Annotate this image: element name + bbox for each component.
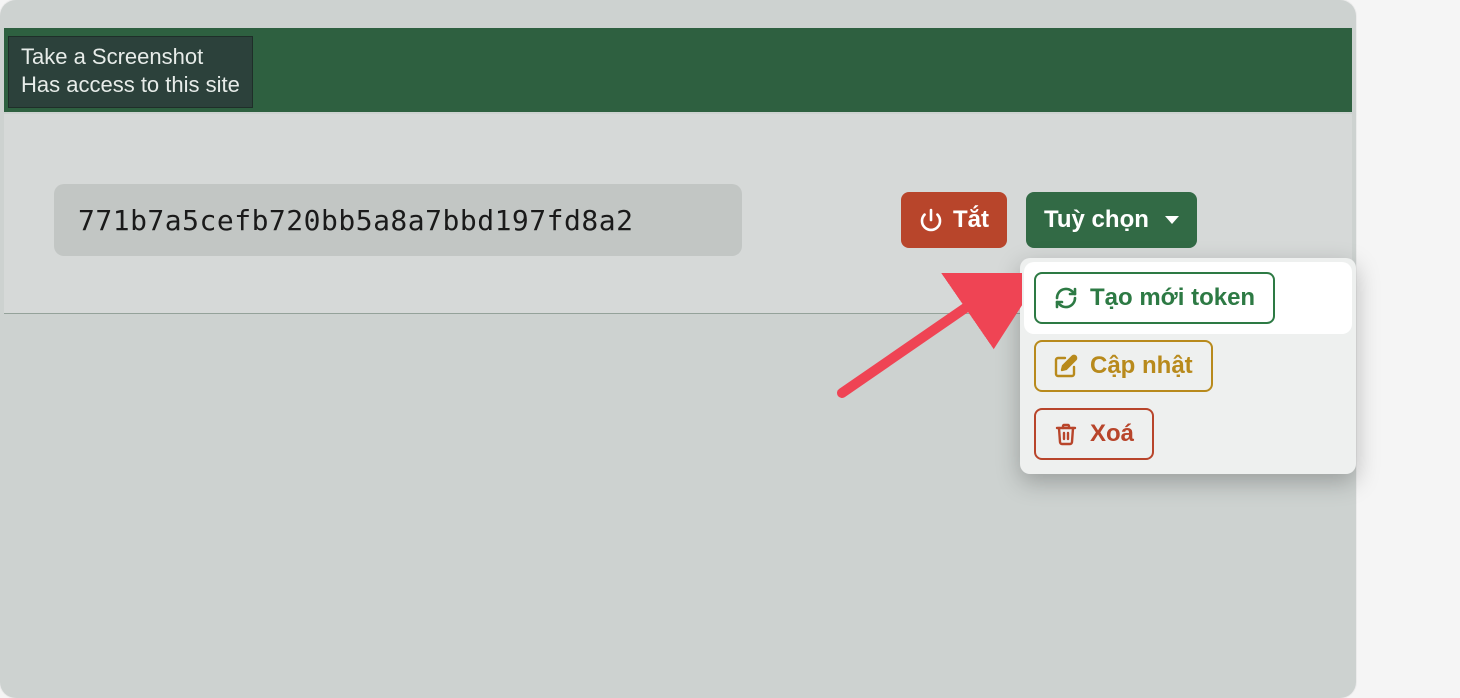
options-dropdown-button[interactable]: Tuỳ chọn <box>1026 192 1197 248</box>
chevron-down-icon <box>1165 216 1179 224</box>
extension-tooltip: Take a Screenshot Has access to this sit… <box>8 36 253 108</box>
app-panel: Take a Screenshot Has access to this sit… <box>0 0 1356 698</box>
trash-icon <box>1054 422 1078 446</box>
turn-off-button[interactable]: Tắt <box>901 192 1007 248</box>
tooltip-line-2: Has access to this site <box>21 71 240 99</box>
token-input[interactable]: 771b7a5cefb720bb5a8a7bbd197fd8a2 <box>54 184 742 256</box>
options-dropdown-menu: Tạo mới token Cập nhật Xoá <box>1020 258 1356 474</box>
highlighted-menu-item: Tạo mới token <box>1024 262 1352 334</box>
tooltip-line-1: Take a Screenshot <box>21 43 240 71</box>
options-label: Tuỳ chọn <box>1044 206 1149 234</box>
update-button[interactable]: Cập nhật <box>1034 340 1213 392</box>
update-label: Cập nhật <box>1090 352 1193 380</box>
regenerate-token-button[interactable]: Tạo mới token <box>1034 272 1275 324</box>
token-value: 771b7a5cefb720bb5a8a7bbd197fd8a2 <box>78 204 633 237</box>
refresh-icon <box>1054 286 1078 310</box>
delete-label: Xoá <box>1090 420 1134 448</box>
delete-button[interactable]: Xoá <box>1034 408 1154 460</box>
power-icon <box>919 208 943 232</box>
edit-icon <box>1054 354 1078 378</box>
turn-off-label: Tắt <box>953 206 989 234</box>
regenerate-token-label: Tạo mới token <box>1090 284 1255 312</box>
